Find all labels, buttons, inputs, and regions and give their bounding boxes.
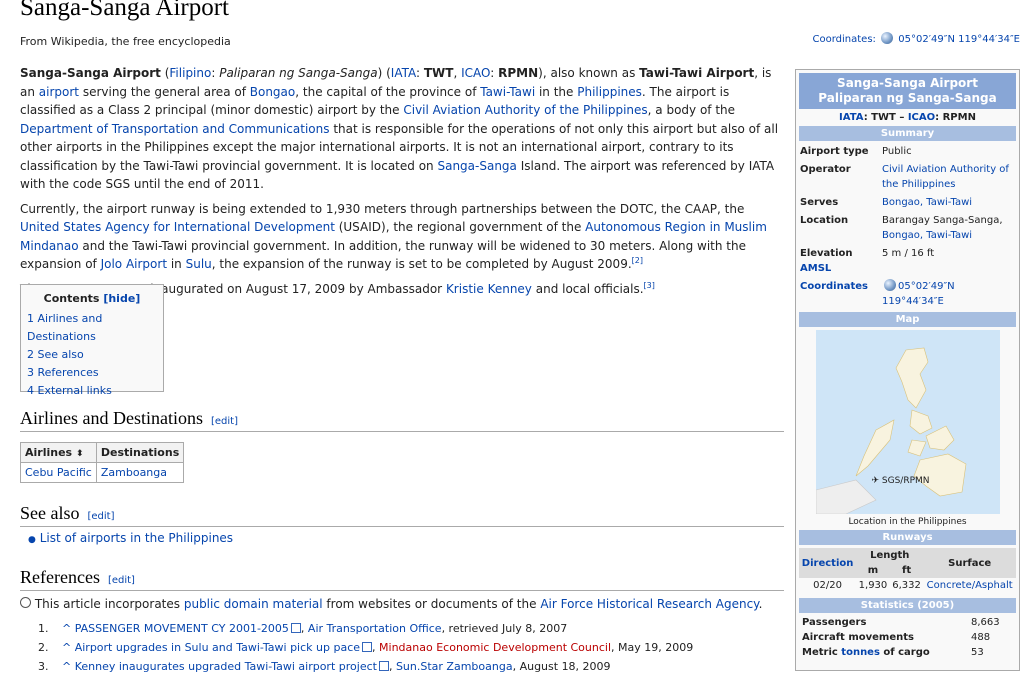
edit-airlines-link[interactable]: [edit] bbox=[211, 416, 238, 427]
column-header-destinations: Destinations bbox=[95, 442, 185, 463]
link-list-of-airports[interactable]: List of airports in the Philippines bbox=[40, 531, 233, 545]
globe-icon[interactable] bbox=[884, 279, 896, 291]
philippines-map-icon bbox=[815, 330, 1000, 515]
infobox-title: Sanga-Sanga Airport Paliparan ng Sanga-S… bbox=[799, 73, 1016, 109]
edit-see-also-link[interactable]: [edit] bbox=[87, 511, 114, 522]
location-map[interactable]: ✈ SGS/RPMN bbox=[815, 330, 1000, 515]
paragraph-intro: Sanga-Sanga Airport (Filipino: Paliparan… bbox=[20, 66, 779, 191]
tonnes-link[interactable]: tonnes bbox=[841, 647, 880, 658]
article-body: Sanga-Sanga Airport (Filipino: Paliparan… bbox=[20, 64, 784, 304]
link-philippines[interactable]: Philippines bbox=[577, 85, 642, 99]
infobox-section-summary: Summary bbox=[799, 126, 1016, 141]
infobox-location-link[interactable]: Bongao, Tawi-Tawi bbox=[882, 230, 972, 241]
link-airport[interactable]: airport bbox=[39, 85, 79, 99]
edit-references-link[interactable]: [edit] bbox=[108, 575, 135, 586]
infobox-iata-link[interactable]: IATA bbox=[839, 112, 864, 123]
paragraph-runway: Currently, the airport runway is being e… bbox=[20, 201, 767, 272]
stat-passengers: Passengers 8,663 bbox=[802, 617, 1000, 628]
airlines-table: Airlines ⬍ Destinations Cebu Pacific Zam… bbox=[20, 442, 185, 483]
alternate-name: Tawi-Tawi Airport bbox=[639, 66, 755, 80]
globe-icon[interactable] bbox=[881, 32, 894, 44]
map-marker: ✈ SGS/RPMN bbox=[871, 476, 930, 486]
section-heading-airlines: Airlines and Destinations [edit] bbox=[20, 408, 784, 432]
table-row: 02/20 1,930 6,332 Concrete/Asphalt bbox=[813, 580, 1013, 591]
iata-code: TWT bbox=[423, 66, 454, 80]
link-filipino[interactable]: Filipino bbox=[169, 66, 211, 80]
stat-cargo: Metric tonnes of cargo 53 bbox=[802, 647, 984, 658]
external-link-icon bbox=[290, 623, 301, 633]
link-icao[interactable]: ICAO bbox=[461, 66, 490, 80]
see-also-list: ● List of airports in the Philippines bbox=[28, 531, 233, 545]
toc-item-references[interactable]: 3 References bbox=[27, 366, 99, 379]
toc-item-external-links[interactable]: 4 External links bbox=[27, 384, 112, 397]
link-tawi-tawi[interactable]: Tawi-Tawi bbox=[480, 85, 535, 99]
infobox-section-runways: Runways bbox=[799, 530, 1016, 545]
infobox-section-statistics: Statistics (2005) bbox=[799, 598, 1016, 613]
section-heading-references: References [edit] bbox=[20, 567, 784, 591]
icao-code: RPMN bbox=[498, 66, 539, 80]
bullet-icon: ● bbox=[28, 535, 36, 545]
list-item: 1. ^ PASSENGER MOVEMENT CY 2001-2005, Air… bbox=[38, 622, 568, 635]
link-sanga-sanga[interactable]: Sanga-Sanga bbox=[437, 159, 516, 173]
infobox-section-map: Map bbox=[799, 312, 1016, 327]
public-domain-icon bbox=[20, 597, 31, 608]
link-public-domain[interactable]: public domain material bbox=[184, 597, 323, 611]
ref-1-title[interactable]: PASSENGER MOVEMENT CY 2001-2005 bbox=[75, 622, 289, 635]
ref-2-title[interactable]: Airport upgrades in Sulu and Tawi-Tawi p… bbox=[75, 641, 360, 654]
infobox-codes: IATA: TWT – ICAO: RPMN bbox=[839, 112, 976, 123]
link-usaid[interactable]: United States Agency for International D… bbox=[20, 220, 335, 234]
toc-list: 1 Airlines and Destinations 2 See also 3… bbox=[27, 310, 163, 400]
stat-aircraft-movements: Aircraft movements 488 bbox=[802, 632, 991, 643]
runway-direction-link[interactable]: Direction bbox=[802, 558, 854, 569]
link-cebu-pacific[interactable]: Cebu Pacific bbox=[25, 466, 92, 479]
link-kristie-kenney[interactable]: Kristie Kenney bbox=[446, 282, 532, 296]
infobox-coordinates-label[interactable]: Coordinates bbox=[800, 281, 868, 292]
ref-2-link[interactable]: [2] bbox=[632, 256, 643, 265]
section-heading-see-also: See also [edit] bbox=[20, 503, 784, 527]
ref-1-publisher[interactable]: Air Transportation Office bbox=[308, 622, 442, 635]
link-zamboanga[interactable]: Zamboanga bbox=[101, 466, 167, 479]
column-header-airlines[interactable]: Airlines ⬍ bbox=[20, 442, 97, 463]
external-link-icon bbox=[378, 661, 389, 671]
infobox-icao-link[interactable]: ICAO bbox=[908, 112, 935, 123]
sort-icon[interactable]: ⬍ bbox=[76, 449, 84, 459]
link-iata[interactable]: IATA bbox=[391, 66, 416, 80]
link-dotc[interactable]: Department of Transportation and Communi… bbox=[20, 122, 330, 136]
external-link-icon bbox=[362, 642, 373, 652]
link-sulu[interactable]: Sulu bbox=[186, 257, 212, 271]
table-row: Cebu Pacific Zamboanga bbox=[20, 462, 185, 483]
toc-item-airlines[interactable]: 1 Airlines and Destinations bbox=[27, 312, 102, 343]
public-domain-note: This article incorporates public domain … bbox=[20, 597, 762, 611]
infobox: Sanga-Sanga Airport Paliparan ng Sanga-S… bbox=[795, 69, 1020, 671]
page-title: Sanga-Sanga Airport bbox=[20, 0, 229, 21]
filipino-name: Paliparan ng Sanga-Sanga bbox=[219, 66, 378, 80]
toc-hide-link[interactable]: [hide] bbox=[103, 292, 140, 305]
ref-backlink[interactable]: ^ bbox=[62, 641, 71, 654]
infobox-serves-link[interactable]: Bongao, Tawi-Tawi bbox=[882, 197, 972, 208]
infobox-amsl-link[interactable]: AMSL bbox=[800, 263, 831, 274]
map-caption: Location in the Philippines bbox=[848, 517, 967, 527]
runways-table: Direction Length Surface m ft 02/20 1,930… bbox=[799, 548, 1016, 593]
toc-item-see-also[interactable]: 2 See also bbox=[27, 348, 84, 361]
coordinates-value-link[interactable]: 05°02′49″N 119°44′34″E bbox=[898, 34, 1020, 45]
coordinates-label-link[interactable]: Coordinates: bbox=[813, 34, 876, 45]
runway-surface-link[interactable]: Concrete/Asphalt bbox=[927, 580, 1013, 591]
table-of-contents: Contents [hide] 1 Airlines and Destinati… bbox=[20, 284, 164, 397]
infobox-operator-link[interactable]: Civil Aviation Authority of the Philippi… bbox=[882, 164, 1009, 190]
link-bongao[interactable]: Bongao bbox=[250, 85, 296, 99]
link-afhra[interactable]: Air Force Historical Research Agency bbox=[540, 597, 758, 611]
ref-3-link[interactable]: [3] bbox=[644, 281, 655, 290]
link-jolo-airport[interactable]: Jolo Airport bbox=[101, 257, 167, 271]
link-caap[interactable]: Civil Aviation Authority of the Philippi… bbox=[403, 103, 647, 117]
article-subject: Sanga-Sanga Airport bbox=[20, 66, 161, 80]
references-list: 1. ^ PASSENGER MOVEMENT CY 2001-2005, Air… bbox=[38, 619, 693, 676]
toc-title: Contents bbox=[43, 292, 100, 305]
list-item: 2. ^ Airport upgrades in Sulu and Tawi-Ta… bbox=[38, 641, 694, 654]
ref-backlink[interactable]: ^ bbox=[62, 622, 71, 635]
coordinates-top: Coordinates: 05°02′49″N 119°44′34″E bbox=[813, 32, 1020, 45]
tagline: From Wikipedia, the free encyclopedia bbox=[20, 35, 231, 48]
ref-2-publisher[interactable]: Mindanao Economic Development Council bbox=[379, 641, 611, 654]
